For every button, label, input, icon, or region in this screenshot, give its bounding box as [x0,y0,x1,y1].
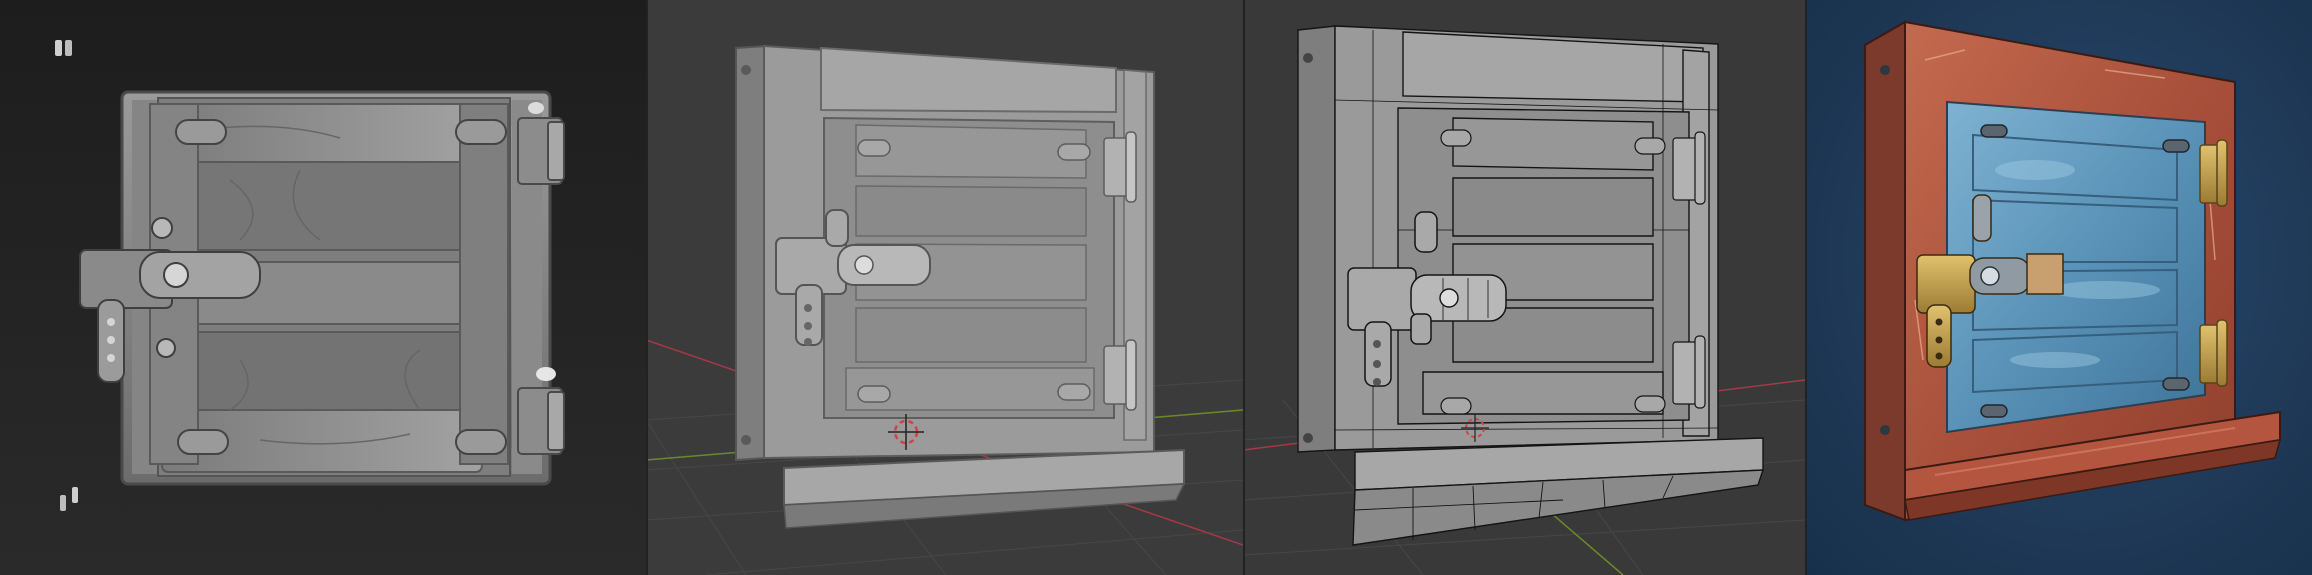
wireframe-panel [1243,0,1805,575]
panel-divider [646,0,648,575]
lowpoly-clay-panel [646,0,1243,575]
sculpt-cabinet-drawing [55,40,565,511]
sculpt-panel [0,0,646,575]
panel-divider [1243,0,1245,575]
cabinet-turnaround-strip [0,0,2312,575]
panel-divider [1805,0,1807,575]
wireframe-cabinet-drawing [1243,25,1805,575]
painted-render-panel [1805,0,2312,575]
clay-cabinet-drawing [646,44,1243,575]
painted-cabinet-drawing [1864,20,2282,522]
